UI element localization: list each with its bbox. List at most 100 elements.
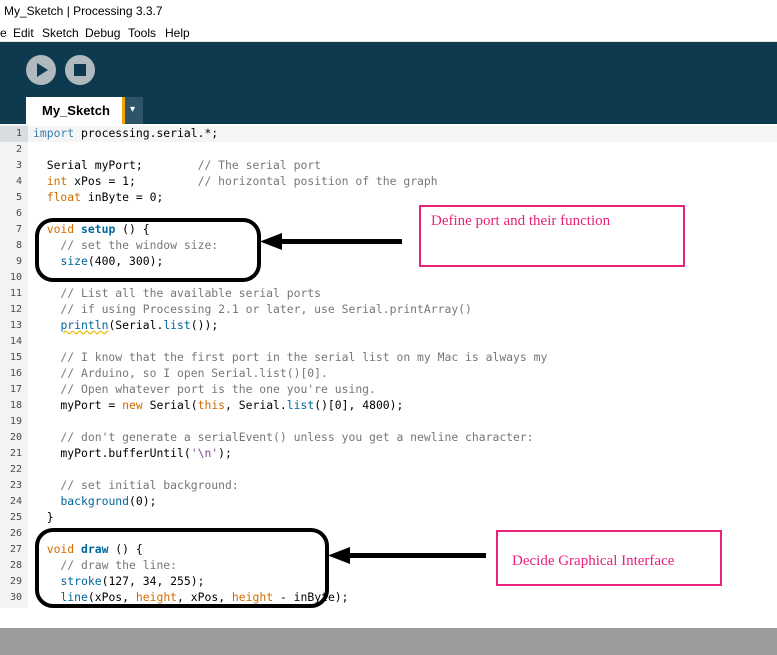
menu-help[interactable]: Help bbox=[165, 26, 190, 40]
line-number: 2 bbox=[15, 144, 22, 155]
line-number: 16 bbox=[9, 368, 22, 379]
code-line[interactable]: } bbox=[33, 510, 54, 524]
line-number: 15 bbox=[9, 352, 22, 363]
keyword-token: int bbox=[46, 174, 68, 188]
code-line[interactable]: myPort.bufferUntil('\n'); bbox=[33, 446, 232, 460]
tab-menu-button[interactable]: ▾ bbox=[125, 97, 143, 124]
line-number: 1 bbox=[15, 128, 22, 139]
menu-bar: e Edit Sketch Debug Tools Help bbox=[0, 22, 777, 42]
line-number: 13 bbox=[9, 320, 22, 331]
annotation-text: Decide Graphical Interface bbox=[512, 553, 675, 569]
tab-my-sketch[interactable]: My_Sketch bbox=[26, 97, 123, 124]
function-token: background bbox=[60, 494, 130, 508]
code-line[interactable]: // don't generate a serialEvent() unless… bbox=[33, 430, 533, 444]
status-bar bbox=[0, 628, 777, 655]
code-text: ); bbox=[218, 446, 232, 460]
line-number: 14 bbox=[9, 336, 22, 347]
line-number: 21 bbox=[9, 448, 22, 459]
keyword-token: this bbox=[197, 398, 226, 412]
menu-edit[interactable]: Edit bbox=[13, 26, 34, 40]
line-number: 23 bbox=[9, 480, 22, 491]
callout-box-setup bbox=[35, 218, 261, 282]
line-number: 24 bbox=[9, 496, 22, 507]
line-number: 4 bbox=[15, 176, 22, 187]
code-text: Serial( bbox=[142, 398, 198, 412]
callout-box-draw bbox=[35, 528, 329, 608]
line-number: 28 bbox=[9, 560, 22, 571]
string-token: '\n' bbox=[190, 446, 219, 460]
code-line[interactable]: background(0); bbox=[33, 494, 156, 508]
code-line[interactable]: println(Serial.list()); bbox=[33, 318, 218, 332]
line-number: 25 bbox=[9, 512, 22, 523]
line-number: 7 bbox=[15, 224, 22, 235]
arrow-left-icon bbox=[260, 233, 402, 250]
code-line[interactable]: float inByte = 0; bbox=[33, 190, 164, 204]
line-number: 17 bbox=[9, 384, 22, 395]
annotation-text: Define port and their function bbox=[431, 213, 611, 229]
line-number: 6 bbox=[15, 208, 22, 219]
arrow-left-icon bbox=[328, 547, 486, 564]
line-number: 10 bbox=[9, 272, 22, 283]
code-text: myPort = bbox=[33, 398, 123, 412]
window-title: My_Sketch | Processing 3.3.7 bbox=[4, 4, 163, 18]
function-token: list bbox=[286, 398, 315, 412]
code-text: ()[0], 4800); bbox=[314, 398, 404, 412]
line-number: 27 bbox=[9, 544, 22, 555]
code-line[interactable]: int xPos = 1; // horizontal position of … bbox=[33, 174, 438, 188]
code-text: inByte = 0; bbox=[81, 190, 164, 204]
code-text: myPort.bufferUntil( bbox=[33, 446, 191, 460]
function-token: list bbox=[163, 318, 191, 332]
code-text: (0); bbox=[129, 494, 157, 508]
line-number: 3 bbox=[15, 160, 22, 171]
code-line[interactable]: // if using Processing 2.1 or later, use… bbox=[33, 302, 471, 316]
annotation-note: Decide Graphical Interface bbox=[496, 530, 722, 586]
annotation-note: Define port and their function bbox=[419, 205, 685, 267]
menu-tools[interactable]: Tools bbox=[128, 26, 156, 40]
code-text: Serial myPort; bbox=[33, 158, 198, 172]
code-text: processing.serial.*; bbox=[74, 126, 219, 140]
line-number: 20 bbox=[9, 432, 22, 443]
line-number: 11 bbox=[9, 288, 22, 299]
code-line[interactable]: import processing.serial.*; bbox=[33, 126, 218, 140]
line-number: 8 bbox=[15, 240, 22, 251]
code-line[interactable]: myPort = new Serial(this, Serial.list()[… bbox=[33, 398, 403, 412]
code-line[interactable]: // Arduino, so I open Serial.list()[0]. bbox=[33, 366, 327, 380]
title-bar: My_Sketch | Processing 3.3.7 bbox=[0, 0, 777, 22]
stop-button[interactable] bbox=[65, 55, 95, 85]
menu-sketch[interactable]: Sketch bbox=[42, 26, 79, 40]
code-line[interactable]: // I know that the first port in the ser… bbox=[33, 350, 547, 364]
line-number: 22 bbox=[9, 464, 22, 475]
menu-debug[interactable]: Debug bbox=[85, 26, 120, 40]
tab-label: My_Sketch bbox=[42, 103, 110, 118]
comment-token: // The serial port bbox=[197, 158, 322, 172]
code-line[interactable]: // set initial background: bbox=[33, 478, 238, 492]
line-number: 12 bbox=[9, 304, 22, 315]
code-line[interactable]: // List all the available serial ports bbox=[33, 286, 321, 300]
keyword-token: import bbox=[33, 126, 75, 140]
code-text: ()); bbox=[190, 318, 219, 332]
menu-file[interactable]: e bbox=[0, 26, 7, 40]
code-text: (Serial. bbox=[108, 318, 164, 332]
run-button[interactable] bbox=[26, 55, 56, 85]
code-line[interactable]: Serial myPort; // The serial port bbox=[33, 158, 321, 172]
comment-token: // horizontal position of the graph bbox=[197, 174, 438, 188]
function-token: println bbox=[60, 318, 109, 332]
stop-icon bbox=[74, 64, 86, 76]
code-text: , Serial. bbox=[225, 398, 287, 412]
chevron-down-icon: ▾ bbox=[130, 104, 136, 115]
code-line[interactable]: // Open whatever port is the one you're … bbox=[33, 382, 375, 396]
keyword-token: float bbox=[46, 190, 82, 204]
line-number: 30 bbox=[9, 592, 22, 603]
code-text: xPos = 1; bbox=[67, 174, 198, 188]
line-number: 18 bbox=[9, 400, 22, 411]
play-icon bbox=[37, 63, 48, 77]
line-number: 19 bbox=[9, 416, 22, 427]
line-number: 26 bbox=[9, 528, 22, 539]
keyword-token: new bbox=[122, 398, 143, 412]
line-number: 29 bbox=[9, 576, 22, 587]
line-number: 9 bbox=[15, 256, 22, 267]
